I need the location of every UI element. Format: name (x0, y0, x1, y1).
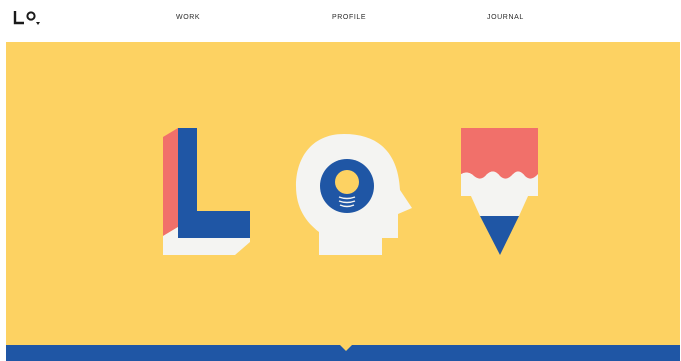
pencil-icon (461, 128, 538, 255)
scroll-down-notch-icon[interactable] (340, 345, 352, 351)
site-header: WORK PROFILE JOURNAL (0, 0, 681, 40)
hero-banner (6, 42, 680, 345)
letter-l-icon (163, 128, 250, 255)
nav-profile-link[interactable]: PROFILE (332, 14, 366, 21)
page: WORK PROFILE JOURNAL (0, 0, 681, 361)
hero-illustration (163, 128, 538, 255)
nav-work-link[interactable]: WORK (176, 14, 200, 21)
head-lightbulb-icon (296, 134, 412, 255)
lo-monogram-icon[interactable] (12, 8, 44, 28)
nav-journal-link[interactable]: JOURNAL (487, 14, 524, 21)
